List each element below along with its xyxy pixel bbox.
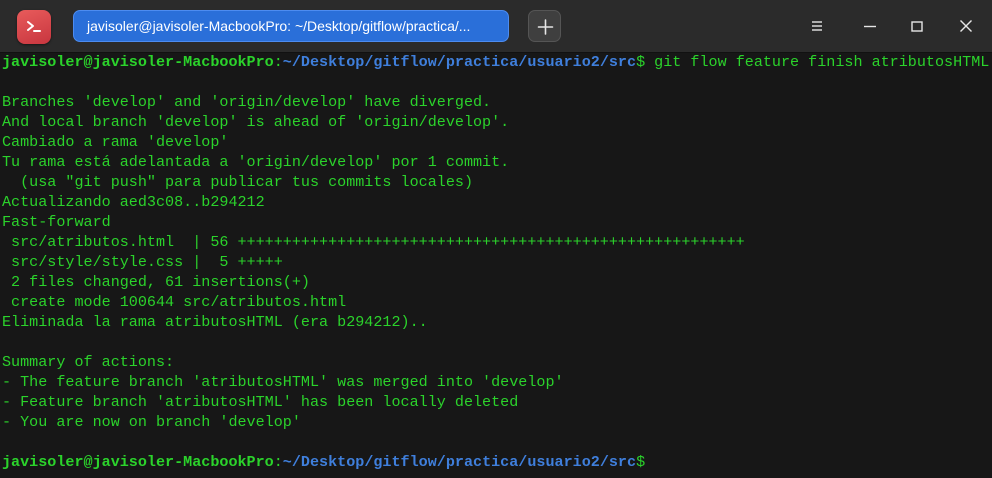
output-line: Branches 'develop' and 'origin/develop' … [2, 93, 492, 111]
output-line: create mode 100644 src/atributos.html [2, 293, 347, 311]
prompt-line: javisoler@javisoler-MacbookPro:~/Desktop… [2, 452, 990, 472]
output-line: - You are now on branch 'develop' [2, 413, 301, 431]
prompt-command: git flow feature finish atributosHTML [645, 53, 990, 71]
title-bar: javisoler@javisoler-MacbookPro: ~/Deskto… [0, 0, 992, 53]
output-line: - The feature branch 'atributosHTML' was… [2, 373, 564, 391]
terminal-icon[interactable] [17, 10, 51, 44]
close-button[interactable] [954, 14, 978, 38]
minimize-icon [864, 25, 876, 28]
close-icon [960, 20, 972, 32]
output-line: src/style/style.css | 5 +++++ [2, 253, 283, 271]
prompt-path: ~/Desktop/gitflow/practica/usuario2/src [282, 453, 637, 471]
output-line: Actualizando aed3c08..b294212 [2, 193, 265, 211]
output-line: Cambiado a rama 'develop' [2, 133, 229, 151]
output-line: src/atributos.html | 56 ++++++++++++++++… [2, 233, 745, 251]
maximize-icon [911, 21, 923, 32]
minimize-button[interactable] [858, 14, 882, 38]
prompt-separator: : [273, 453, 283, 471]
prompt-symbol: $ [636, 453, 646, 471]
menu-icon [812, 21, 822, 31]
output-line: Eliminada la rama atributosHTML (era b29… [2, 313, 428, 331]
maximize-button[interactable] [905, 14, 929, 38]
prompt-line: javisoler@javisoler-MacbookPro:~/Desktop… [2, 52, 990, 72]
plus-icon [537, 19, 554, 35]
output-line: 2 files changed, 61 insertions(+) [2, 273, 310, 291]
terminal-output[interactable]: javisoler@javisoler-MacbookPro:~/Desktop… [2, 52, 990, 476]
output-line: - Feature branch 'atributosHTML' has bee… [2, 393, 519, 411]
prompt-separator: : [273, 53, 283, 71]
prompt-user-host: javisoler@javisoler-MacbookPro [2, 453, 274, 471]
output-line: (usa "git push" para publicar tus commit… [2, 173, 474, 191]
menu-button[interactable] [805, 14, 829, 38]
prompt-user-host: javisoler@javisoler-MacbookPro [2, 53, 274, 71]
prompt-path: ~/Desktop/gitflow/practica/usuario2/src [282, 53, 637, 71]
prompt-symbol: $ [636, 53, 646, 71]
output-line: Summary of actions: [2, 353, 175, 371]
terminal-window: javisoler@javisoler-MacbookPro: ~/Deskto… [0, 0, 992, 478]
output-line: Fast-forward [2, 213, 111, 231]
output-line: And local branch 'develop' is ahead of '… [2, 113, 510, 131]
tab-terminal[interactable]: javisoler@javisoler-MacbookPro: ~/Deskto… [73, 10, 509, 42]
output-line: Tu rama está adelantada a 'origin/develo… [2, 153, 510, 171]
new-tab-button[interactable] [528, 10, 561, 42]
